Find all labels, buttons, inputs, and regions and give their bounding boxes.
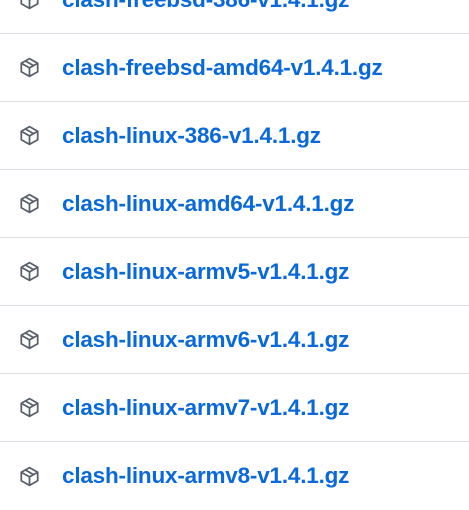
package-icon xyxy=(19,397,40,418)
asset-row: clash-linux-armv6-v1.4.1.gz xyxy=(0,306,469,374)
asset-download-link[interactable]: clash-linux-386-v1.4.1.gz xyxy=(62,123,321,149)
asset-row: clash-freebsd-amd64-v1.4.1.gz xyxy=(0,34,469,102)
asset-download-link[interactable]: clash-linux-armv5-v1.4.1.gz xyxy=(62,259,349,285)
asset-download-link[interactable]: clash-linux-armv7-v1.4.1.gz xyxy=(62,395,349,421)
asset-row: clash-linux-armv8-v1.4.1.gz xyxy=(0,442,469,510)
package-icon xyxy=(19,57,40,78)
package-icon xyxy=(19,193,40,214)
asset-download-link[interactable]: clash-freebsd-amd64-v1.4.1.gz xyxy=(62,55,383,81)
asset-row: clash-freebsd-386-v1.4.1.gz xyxy=(0,0,469,34)
package-icon xyxy=(19,466,40,487)
release-assets-list: clash-freebsd-386-v1.4.1.gz clash-freebs… xyxy=(0,0,469,510)
package-icon xyxy=(19,0,40,10)
package-icon xyxy=(19,125,40,146)
asset-row: clash-linux-armv5-v1.4.1.gz xyxy=(0,238,469,306)
asset-row: clash-linux-386-v1.4.1.gz xyxy=(0,102,469,170)
asset-row: clash-linux-amd64-v1.4.1.gz xyxy=(0,170,469,238)
asset-download-link[interactable]: clash-linux-armv8-v1.4.1.gz xyxy=(62,463,349,489)
asset-download-link[interactable]: clash-freebsd-386-v1.4.1.gz xyxy=(62,0,349,13)
asset-download-link[interactable]: clash-linux-armv6-v1.4.1.gz xyxy=(62,327,349,353)
package-icon xyxy=(19,329,40,350)
asset-download-link[interactable]: clash-linux-amd64-v1.4.1.gz xyxy=(62,191,354,217)
asset-row: clash-linux-armv7-v1.4.1.gz xyxy=(0,374,469,442)
package-icon xyxy=(19,261,40,282)
